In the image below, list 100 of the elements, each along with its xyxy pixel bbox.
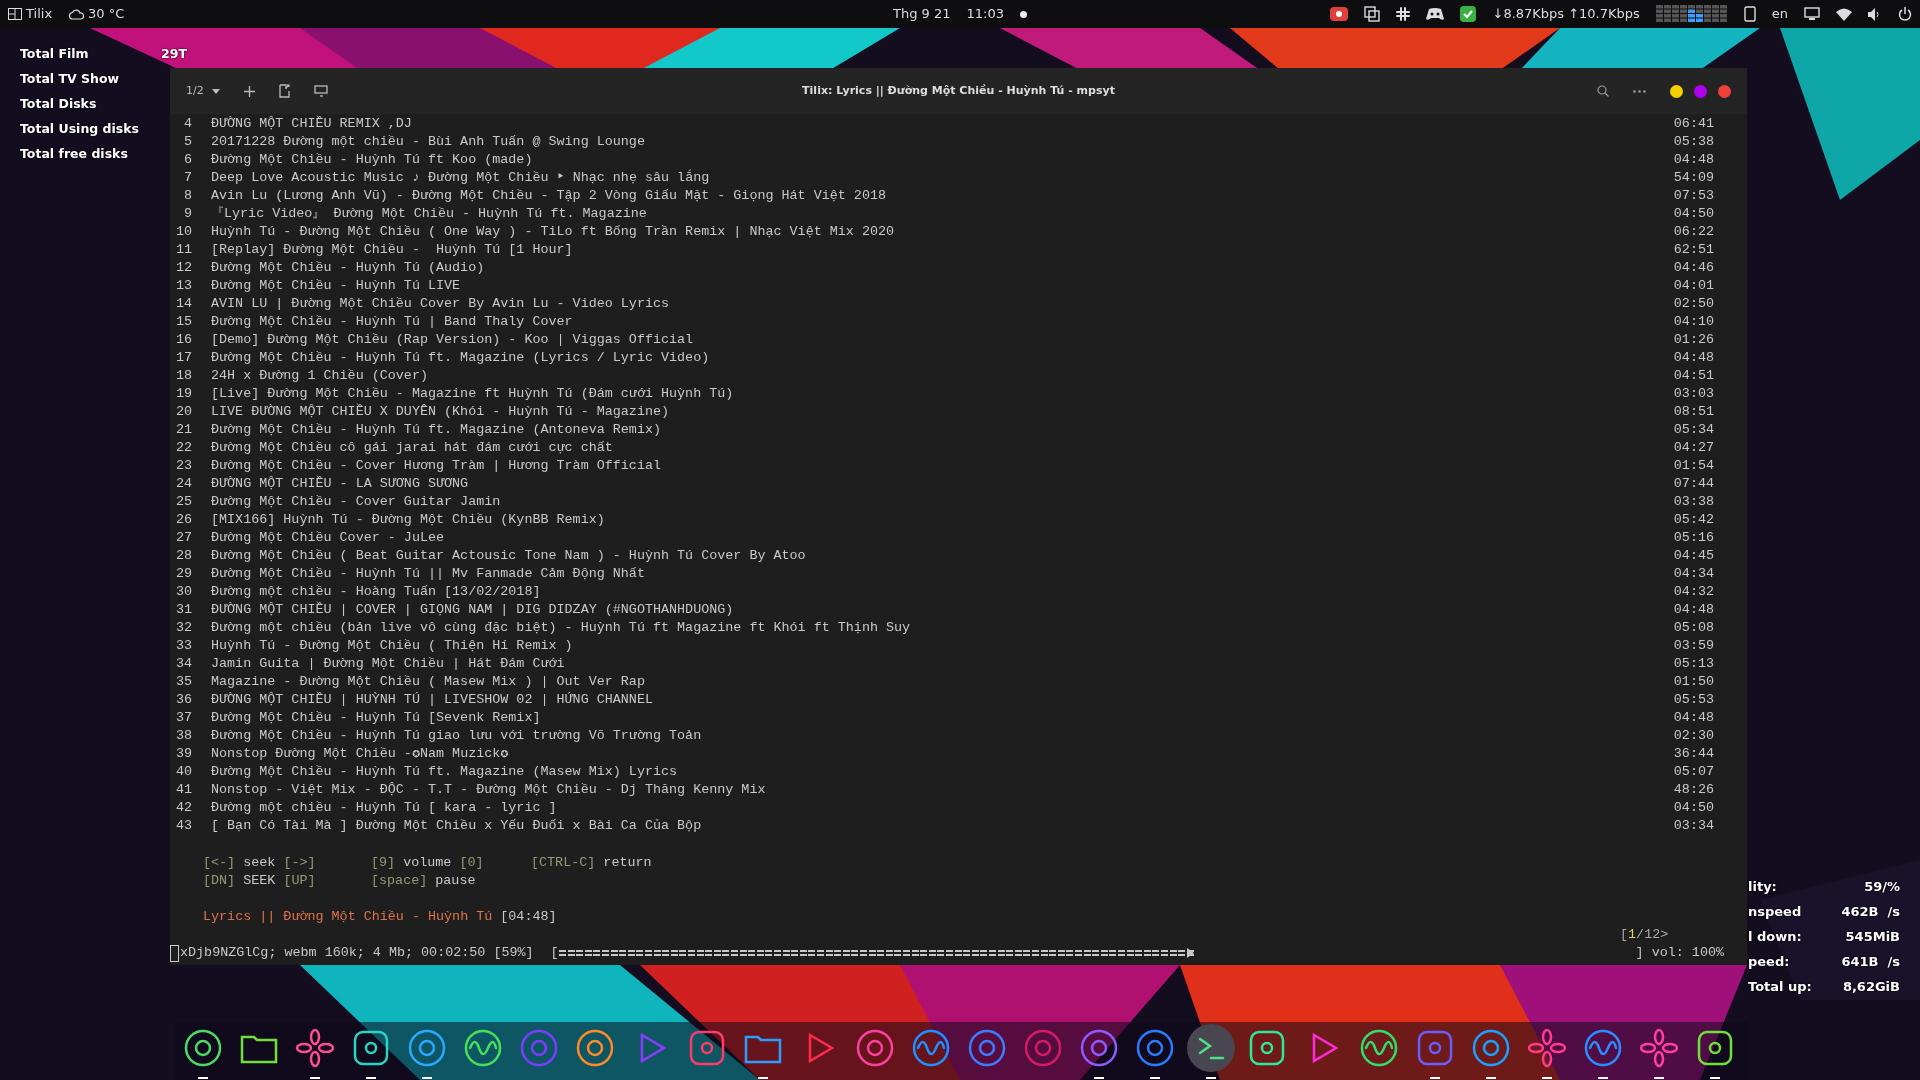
key-hint: [<-] seek [->] [203, 854, 317, 872]
page-indicator: [1/12> [1620, 926, 1669, 944]
clock-text[interactable]: 11:03 [966, 4, 1004, 24]
track-duration: 04:32 [1673, 583, 1714, 601]
track-duration: 04:50 [1673, 799, 1714, 817]
track-title: Magazine - Đường Một Chiều ( Masew Mix ) | Out Ver Rap [211, 673, 645, 691]
add-icon[interactable] [243, 85, 255, 97]
wifi-icon[interactable] [1836, 7, 1852, 21]
ring-icon [519, 1028, 559, 1068]
flower-icon [295, 1028, 335, 1068]
track-duration: 05:07 [1673, 763, 1714, 781]
cloud-icon [68, 8, 85, 20]
phone-icon[interactable] [1743, 6, 1756, 22]
track-duration: 04:48 [1673, 601, 1714, 619]
rounded-square-icon [1695, 1028, 1735, 1068]
line-number: 36 [174, 691, 192, 709]
ring-icon [967, 1028, 1007, 1068]
download-speed-text: ↓8.87Kbps [1492, 5, 1565, 24]
flower-icon [1639, 1028, 1679, 1068]
line-number: 28 [174, 547, 192, 565]
ring-icon [407, 1028, 447, 1068]
track-title: 『Lyric Video』 Đường Một Chiều - Huỳnh Tú ft. Magazine [211, 205, 647, 223]
track-title: Đường một chiều - Hoàng Tuấn [13/02/2018] [211, 583, 541, 601]
ring-icon [1023, 1028, 1063, 1068]
track-duration: 04:50 [1673, 205, 1714, 223]
progress-open: [ [550, 944, 559, 962]
monitor-icon[interactable] [313, 85, 328, 97]
hash-icon[interactable] [1396, 7, 1411, 21]
stat-label: peed: [1748, 953, 1790, 971]
track-duration: 04:34 [1673, 565, 1714, 583]
text-cursor [170, 944, 179, 962]
line-number: 35 [174, 673, 192, 691]
track-title: ĐƯỜNG MỘT CHIỀU REMIX ,DJ [211, 115, 412, 133]
check-icon[interactable] [1460, 6, 1477, 22]
line-number: 9 [182, 205, 192, 223]
track-duration: 54:09 [1673, 169, 1714, 187]
volume-icon[interactable] [1868, 7, 1882, 21]
track-title: 20171228 Đường một chiều - Bùi Anh Tuấn @ Swing Lounge [211, 133, 645, 151]
caret-icon [211, 88, 220, 94]
track-title: AVIN LU | Đường Một Chiều Cover By Avin Lu - Video Lyrics [211, 295, 670, 313]
search-icon[interactable] [1597, 85, 1609, 97]
more-icon[interactable] [1633, 89, 1646, 93]
power-icon[interactable] [1898, 7, 1912, 21]
gamepad-icon[interactable] [1426, 7, 1445, 21]
line-number: 18 [174, 367, 192, 385]
session-switcher[interactable]: 1/2 [186, 82, 220, 100]
status-info: xDjb9NZGlCg; webm 160k; 4 Mb; 00:02:50 [59%] [180, 944, 534, 962]
stat-label: Total Disks [20, 96, 97, 111]
rounded-square-icon [1247, 1028, 1287, 1068]
track-title: Đường Một Chiều - Huỳnh Tú ft. Magazine (Masew Mix) Lyrics [211, 763, 678, 781]
close-button[interactable] [1718, 84, 1731, 98]
volume-text: ] vol: 100% [1635, 944, 1724, 962]
track-title: Đường Một Chiều - Huỳnh Tú LIVE [211, 277, 461, 295]
stat-label: lity: [1748, 878, 1777, 896]
line-number: 22 [174, 439, 192, 457]
line-number: 30 [174, 583, 192, 601]
track-duration: 04:48 [1673, 349, 1714, 367]
track-duration: 08:51 [1673, 403, 1714, 421]
track-title: Đường một chiều - Huỳnh Tú [ kara - lyric ] [211, 799, 557, 817]
track-title: ĐƯỜNG MỘT CHIỀU - LA SƯƠNG SƯƠNG [211, 475, 469, 493]
line-number: 26 [174, 511, 192, 529]
track-title: Đường Một Chiều - Huỳnh Tú ft. Magazine (Lyrics / Lyric Video) [211, 349, 710, 367]
line-number: 38 [174, 727, 192, 745]
date-text[interactable]: Thg 9 21 [893, 4, 951, 24]
track-duration: 04:27 [1673, 439, 1714, 457]
track-title: ĐƯỜNG MỘT CHIỀU | COVER | GIỌNG NAM | DIG DIDZAY (#NGOTHANHDUONG) [211, 601, 734, 619]
stat-label: Total up: [1748, 978, 1812, 996]
track-title: LIVE ĐƯỜNG MỘT CHIỀU X DUYÊN (Khói - Huỳnh Tú - Magazine) [211, 403, 670, 421]
track-duration: 06:22 [1673, 223, 1714, 241]
maximize-button[interactable] [1694, 84, 1707, 98]
record-icon[interactable] [1330, 6, 1349, 22]
windows-icon[interactable] [1364, 6, 1381, 22]
track-duration: 04:48 [1673, 709, 1714, 727]
now-playing-title: Lyrics || Đường Một Chiều - Huỳnh Tú [203, 908, 493, 926]
track-duration: 04:46 [1673, 259, 1714, 277]
language-text[interactable]: en [1771, 4, 1788, 24]
minimize-button[interactable] [1670, 84, 1683, 98]
stat-value: 59/% [1864, 878, 1900, 896]
track-duration: 04:51 [1673, 367, 1714, 385]
line-number: 16 [174, 331, 192, 349]
track-title: Đường Một Chiều - Huỳnh Tú (Audio) [211, 259, 485, 277]
line-number: 31 [174, 601, 192, 619]
track-duration: 04:45 [1673, 547, 1714, 565]
app-menu-button[interactable]: Tilix [8, 4, 53, 24]
track-duration: 02:30 [1673, 727, 1714, 745]
stat-value: 641B /s [1841, 953, 1900, 971]
weather-text: 30 °C [88, 5, 125, 24]
display-icon[interactable] [1804, 7, 1820, 21]
line-number: 15 [174, 313, 192, 331]
rounded-square-icon [1415, 1028, 1455, 1068]
track-duration: 03:59 [1673, 637, 1714, 655]
terminal-window-icon [8, 8, 22, 20]
stat-value: 462B /s [1841, 903, 1900, 921]
track-title: Nonstop Đường Một Chiều -✪Nam Muzick✪ [211, 745, 509, 763]
track-title: Đường Một Chiều - Huỳnh Tú || Mv Fanmade Cảm Động Nhất [211, 565, 645, 583]
document-icon[interactable] [278, 84, 290, 98]
track-duration: 07:44 [1673, 475, 1714, 493]
track-duration: 05:16 [1673, 529, 1714, 547]
stat-value: 8,62GiB [1842, 978, 1900, 996]
wave-icon [1583, 1028, 1623, 1068]
